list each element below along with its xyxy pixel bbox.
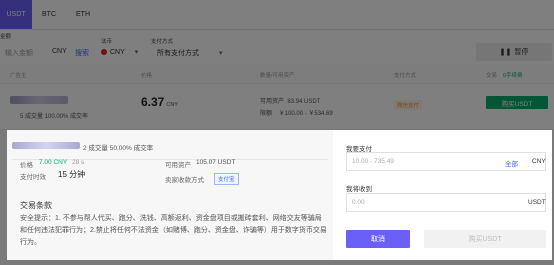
- receive-currency: USDT: [528, 199, 546, 206]
- seller-payment-badge: 支付宝: [214, 173, 239, 185]
- pay-all-link[interactable]: 全部: [505, 158, 518, 168]
- order-info-panel: 2 成交量 50.00% 成交率 价格 7.00 CNY 28 s 支付时效 1…: [7, 130, 333, 260]
- terms-body: 安全提示：1. 不参与帮人代买、跑分、洗钱、高额返利、资金盘项目或搬砖套利、网络…: [20, 215, 327, 246]
- cancel-button[interactable]: 取消: [346, 230, 410, 248]
- pay-amount-input[interactable]: [347, 153, 497, 170]
- available-value: 105.07 USDT: [196, 159, 236, 166]
- buy-usdt-button[interactable]: 购买USDT: [424, 230, 546, 248]
- price-countdown: 28 s: [72, 159, 85, 166]
- receive-label: 我将收到: [346, 186, 372, 193]
- pay-field: 全部 CNY: [346, 152, 546, 171]
- merchant-stats: 2 成交量 50.00% 成交率: [83, 145, 154, 152]
- order-form-panel: 我要支付 全部 CNY 我将收到 USDT 取消 购买USDT: [333, 130, 552, 260]
- price-value: 7.00 CNY: [39, 159, 68, 166]
- available-label: 可用资产: [165, 162, 191, 169]
- receive-amount-input[interactable]: [347, 194, 497, 211]
- pay-limit-value: 15 分钟: [58, 170, 86, 179]
- seller-payment-label: 卖家收款方式: [165, 177, 204, 184]
- pay-limit-label: 支付时效: [20, 174, 46, 181]
- pay-currency: CNY: [532, 158, 546, 165]
- price-label: 价格: [20, 162, 33, 169]
- terms-title: 交易条款: [20, 201, 52, 210]
- buy-modal: 2 成交量 50.00% 成交率 价格 7.00 CNY 28 s 支付时效 1…: [7, 130, 552, 260]
- merchant-name: [12, 142, 80, 149]
- receive-field: USDT: [346, 193, 546, 212]
